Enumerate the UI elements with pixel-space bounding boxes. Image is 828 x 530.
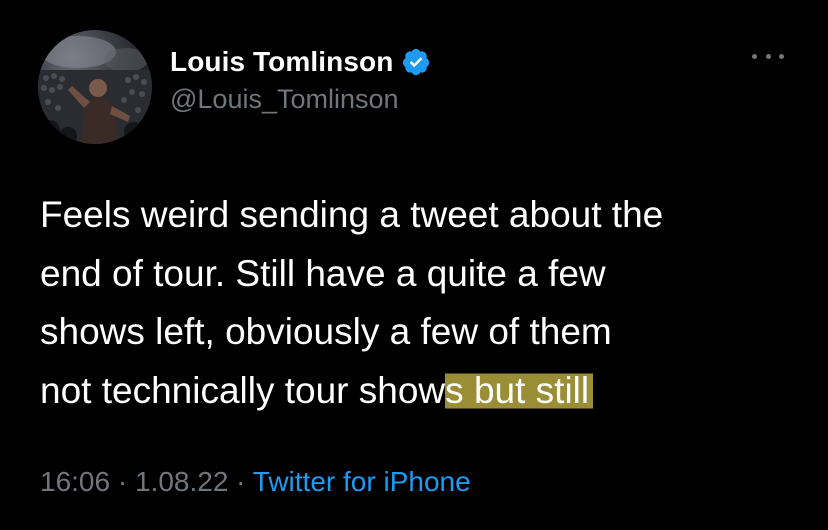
tweet-card: Louis Tomlinson @Louis_Tomlinson Feels w…: [0, 0, 828, 530]
tweet-line: shows left, obviously a few of them: [40, 311, 612, 352]
verified-badge-icon: [401, 47, 431, 77]
tweet-text: Feels weird sending a tweet about the en…: [40, 186, 800, 420]
concert-crowd-avatar-icon: [38, 36, 152, 144]
avatar[interactable]: [38, 30, 152, 144]
more-dot: [765, 53, 771, 59]
author-handle[interactable]: @Louis_Tomlinson: [170, 84, 399, 115]
tweet-line-last: not technically tour shows but still: [40, 362, 800, 421]
tweet-time[interactable]: 16:06: [40, 466, 110, 497]
meta-separator: ·: [110, 466, 135, 497]
display-name[interactable]: Louis Tomlinson: [170, 46, 393, 78]
meta-separator: ·: [228, 466, 253, 497]
tweet-source-link[interactable]: Twitter for iPhone: [253, 466, 471, 497]
more-options-icon[interactable]: [752, 46, 784, 66]
highlighted-text: s but still: [445, 369, 594, 411]
more-dot: [752, 53, 757, 59]
tweet-line-plain: not technically tour show: [40, 369, 446, 411]
tweet-meta: 16:06 · 1.08.22 · Twitter for iPhone: [40, 466, 471, 498]
author-name-row[interactable]: Louis Tomlinson: [170, 44, 431, 80]
more-dot: [779, 53, 784, 59]
tweet-line: end of tour. Still have a quite a few: [40, 252, 606, 294]
tweet-line: Feels weird sending a tweet about the: [40, 194, 664, 235]
tweet-date[interactable]: 1.08.22: [135, 466, 228, 497]
